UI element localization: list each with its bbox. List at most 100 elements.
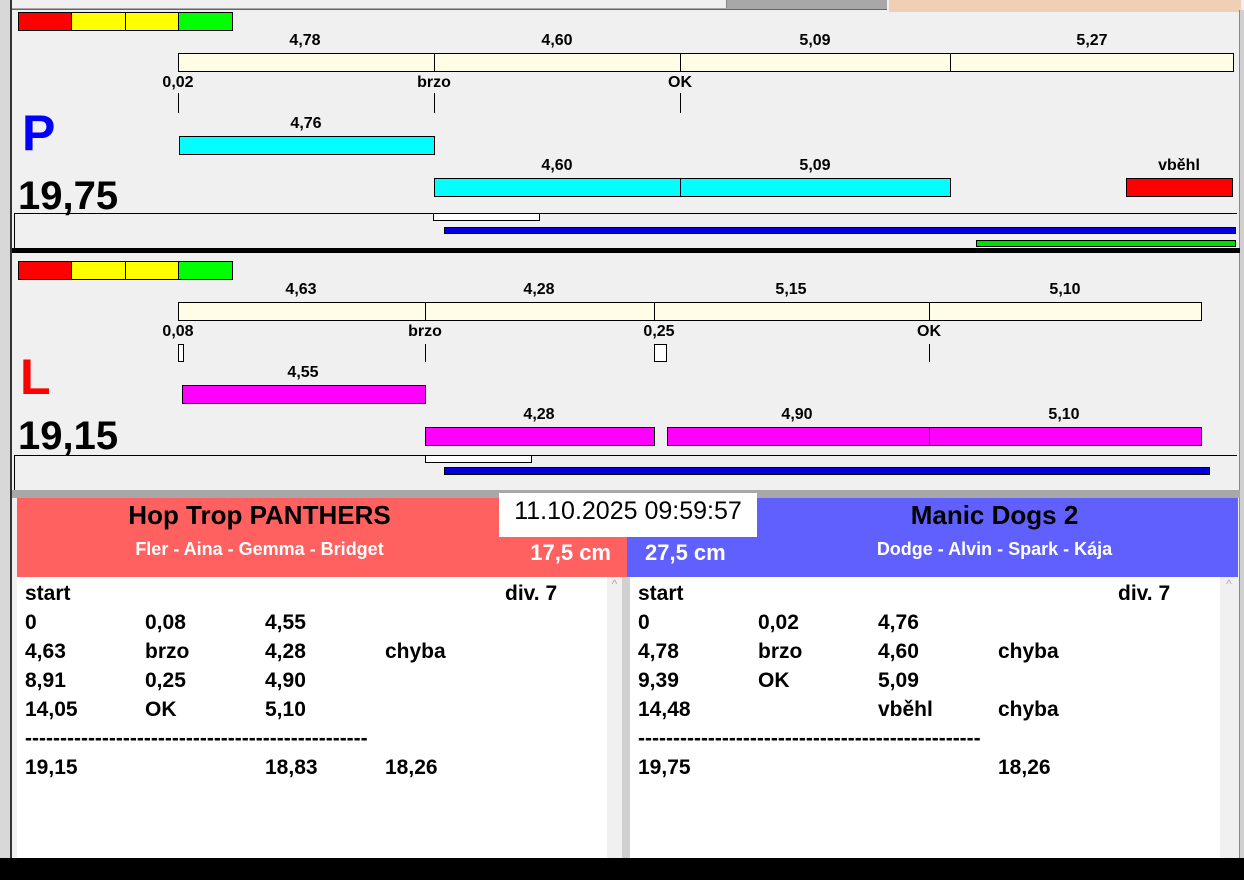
segment-bar bbox=[178, 53, 435, 72]
fault-bar bbox=[1126, 178, 1233, 197]
signal-green bbox=[178, 12, 233, 31]
run-bar bbox=[182, 385, 426, 404]
result-cell: brzo bbox=[145, 640, 190, 663]
result-cell: chyba bbox=[998, 640, 1059, 663]
marker-tick bbox=[929, 344, 930, 362]
progress-bar-blue bbox=[444, 227, 1236, 234]
segment-label: 5,09 bbox=[799, 32, 831, 49]
dog-height: 17,5 cm bbox=[530, 540, 611, 565]
run-label: 5,10 bbox=[1048, 406, 1080, 423]
result-cell: 14,48 bbox=[638, 698, 691, 721]
left-scrollbar[interactable]: ^ bbox=[607, 577, 622, 858]
result-row: start div. 7 bbox=[17, 582, 607, 610]
result-cell: 19,75 bbox=[638, 756, 691, 779]
result-cell: 4,28 bbox=[265, 640, 306, 663]
result-cell: 0 bbox=[25, 611, 37, 634]
result-row: 19,75 18,26 bbox=[630, 756, 1220, 784]
result-cell: vběhl bbox=[878, 698, 933, 721]
result-cell: 0,02 bbox=[758, 611, 799, 634]
result-row: 4,78 brzo 4,60 chyba bbox=[630, 640, 1220, 668]
left-results-list[interactable]: start div. 7 0 0,08 4,55 4,63 brzo 4,28 chyba 8,9… bbox=[17, 577, 607, 858]
segment-label: 5,10 bbox=[1049, 281, 1081, 298]
result-cell: ----------------------------------------… bbox=[25, 727, 368, 750]
marker-label: 0,02 bbox=[162, 74, 194, 91]
run-bar bbox=[179, 136, 435, 155]
result-cell: chyba bbox=[385, 640, 446, 663]
result-cell: 4,90 bbox=[265, 669, 306, 692]
signal-yellow bbox=[71, 12, 126, 31]
marker-label: OK bbox=[917, 323, 941, 340]
progress-bar-green bbox=[976, 240, 1236, 247]
result-row: 0 0,02 4,76 bbox=[630, 611, 1220, 639]
list-gap bbox=[622, 577, 630, 858]
segment-label: 5,27 bbox=[1076, 32, 1108, 49]
result-row: 9,39 OK 5,09 bbox=[630, 669, 1220, 697]
result-cell: 9,39 bbox=[638, 669, 679, 692]
progress-marker bbox=[425, 455, 532, 463]
marker-box bbox=[178, 344, 184, 362]
signal-yellow bbox=[125, 12, 179, 31]
toolbar-tabs[interactable] bbox=[12, 0, 727, 8]
result-cell: OK bbox=[145, 698, 177, 721]
result-cell: 5,10 bbox=[265, 698, 306, 721]
result-row: ----------------------------------------… bbox=[630, 727, 1220, 755]
run-label: 5,09 bbox=[799, 157, 831, 174]
team-name: Hop Trop PANTHERS bbox=[128, 500, 391, 530]
segment-label: 5,15 bbox=[775, 281, 807, 298]
run-bar bbox=[434, 178, 681, 197]
segment-bar bbox=[434, 53, 681, 72]
progress-marker bbox=[433, 213, 540, 221]
run-label: 4,60 bbox=[541, 157, 573, 174]
segment-label: 4,63 bbox=[285, 281, 317, 298]
segment-bar bbox=[425, 302, 655, 321]
result-row: 0 0,08 4,55 bbox=[17, 611, 607, 639]
segment-label: 4,78 bbox=[289, 32, 321, 49]
team-dogs: Dodge - Alvin - Spark - Kája bbox=[876, 539, 1113, 559]
run-bar bbox=[929, 427, 1202, 446]
lane-letter: P bbox=[22, 105, 56, 161]
signal-red bbox=[18, 12, 72, 31]
result-cell: OK bbox=[758, 669, 790, 692]
right-results-list[interactable]: start div. 7 0 0,02 4,76 4,78 brzo 4,60 chyba 9,3… bbox=[630, 577, 1220, 858]
marker-label: brzo bbox=[408, 323, 442, 340]
run-bar bbox=[425, 427, 655, 446]
result-cell: 0,08 bbox=[145, 611, 186, 634]
result-cell: chyba bbox=[998, 698, 1059, 721]
marker-tick bbox=[434, 93, 435, 113]
signal-green bbox=[178, 261, 233, 280]
bottom-bar bbox=[0, 858, 1244, 880]
dog-height: 27,5 cm bbox=[645, 540, 726, 565]
lane-letter: L bbox=[20, 349, 51, 405]
result-cell: 4,76 bbox=[878, 611, 919, 634]
segment-bar bbox=[950, 53, 1234, 72]
segment-bar bbox=[680, 53, 951, 72]
result-cell: 14,05 bbox=[25, 698, 78, 721]
run-label: 4,55 bbox=[287, 364, 319, 381]
result-cell: div. 7 bbox=[1118, 582, 1171, 605]
run-bar bbox=[680, 178, 951, 197]
run-bar bbox=[667, 427, 930, 446]
result-cell: 0,25 bbox=[145, 669, 186, 692]
result-cell: 18,83 bbox=[265, 756, 318, 779]
marker-tick bbox=[425, 344, 426, 362]
right-scrollbar[interactable]: ^ bbox=[1220, 577, 1238, 858]
segment-label: 4,60 bbox=[541, 32, 573, 49]
result-cell: div. 7 bbox=[505, 582, 558, 605]
team-name: Manic Dogs 2 bbox=[910, 500, 1079, 530]
fault-label: vběhl bbox=[1158, 157, 1200, 174]
run-label: 4,90 bbox=[781, 406, 813, 423]
result-cell: start bbox=[25, 582, 71, 605]
marker-label: 0,25 bbox=[643, 323, 675, 340]
run-label: 4,76 bbox=[290, 115, 322, 132]
result-row: 4,63 brzo 4,28 chyba bbox=[17, 640, 607, 668]
result-cell: ----------------------------------------… bbox=[638, 727, 981, 750]
result-cell: 4,78 bbox=[638, 640, 679, 663]
run-label: 4,28 bbox=[523, 406, 555, 423]
result-cell: 8,91 bbox=[25, 669, 66, 692]
team-dogs: Fler - Aina - Gemma - Bridget bbox=[135, 539, 384, 559]
segment-bar bbox=[929, 302, 1202, 321]
result-row: start div. 7 bbox=[630, 582, 1220, 610]
total-time: 19,15 bbox=[18, 414, 119, 458]
result-row: ----------------------------------------… bbox=[17, 727, 607, 755]
signal-yellow bbox=[125, 261, 179, 280]
